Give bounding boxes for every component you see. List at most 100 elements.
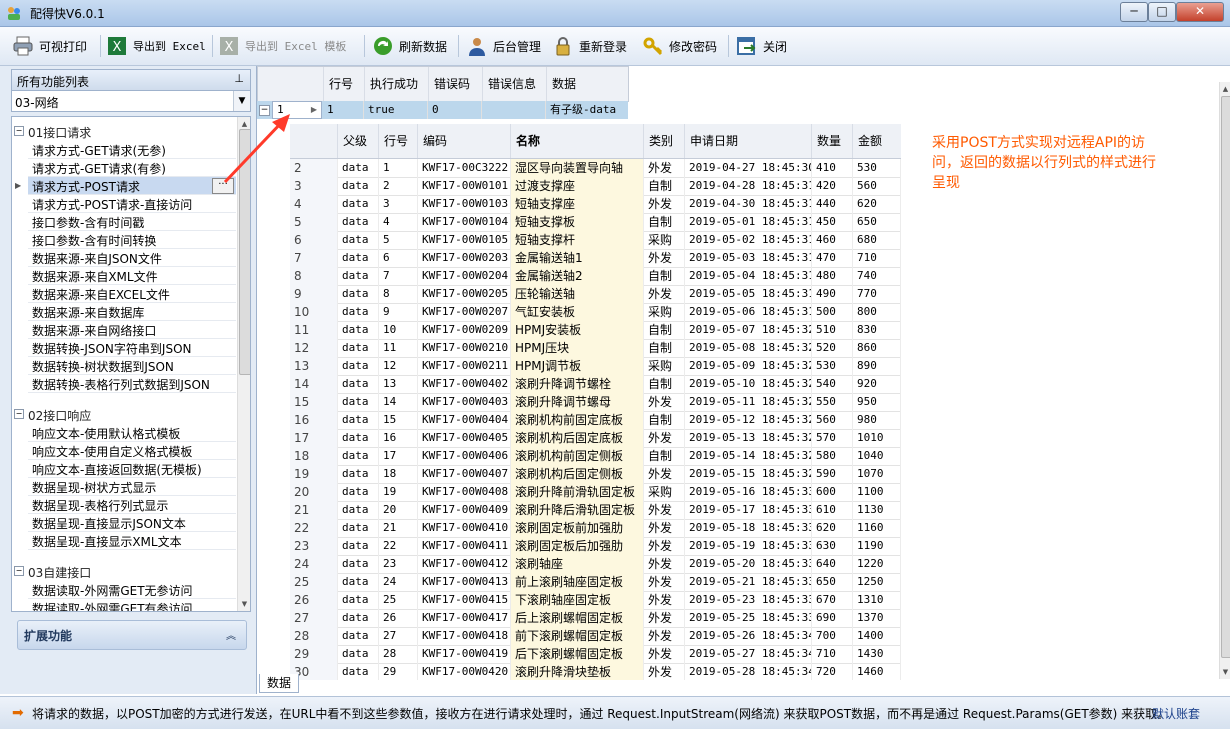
table-row[interactable]: 26 data 25 KWF17-00W0415 下滚刷轴座固定板 外发 2019-05-2… <box>290 591 901 610</box>
list-item[interactable]: 响应文本-使用自定义格式模板 <box>28 442 236 460</box>
scroll-down-icon[interactable]: ▼ <box>238 597 250 611</box>
cell-amount: 620 <box>853 195 901 213</box>
scroll-up-icon[interactable]: ▲ <box>1220 82 1230 96</box>
list-item[interactable]: 数据呈现-表格行列式显示 <box>28 496 236 514</box>
table-row[interactable]: 23 data 22 KWF17-00W0411 滚刷固定板后加强肋 外发 2019-05-… <box>290 537 901 556</box>
table-row[interactable]: 2 data 1 KWF17-00C3222 湿区导向装置导向轴 外发 2019-04-27… <box>290 159 901 178</box>
list-item[interactable]: 数据来源-来自网络接口 <box>28 321 236 339</box>
column-header[interactable]: 错误信息 <box>483 67 547 101</box>
scroll-down-icon[interactable]: ▼ <box>1220 665 1230 679</box>
column-header[interactable]: 数量 <box>812 124 853 158</box>
list-item[interactable]: 数据呈现-直接显示XML文本 <box>28 532 236 550</box>
grid-scrollbar[interactable]: ▲ ▼ <box>1219 82 1230 679</box>
close-window-button[interactable]: ✕ <box>1176 2 1224 22</box>
print-button[interactable]: 可视打印 <box>12 27 87 65</box>
table-row[interactable]: 15 data 14 KWF17-00W0403 滚刷升降调节螺母 外发 2019-05-1… <box>290 393 901 412</box>
export-excel-template-label: 导出到 Excel 模板 <box>245 40 347 53</box>
chevron-up-icon[interactable]: ︽ <box>226 627 236 642</box>
list-item[interactable]: 响应文本-直接返回数据(无模板) <box>28 460 236 478</box>
table-row[interactable]: 18 data 17 KWF17-00W0406 滚刷机构前固定侧板 自制 2019-05-… <box>290 447 901 466</box>
table-row[interactable]: 4 data 3 KWF17-00W0103 短轴支撑座 外发 2019-04-30 18:… <box>290 195 901 214</box>
table-row[interactable]: 10 data 9 KWF17-00W0207 气缸安装板 采购 2019-05-06 18… <box>290 303 901 322</box>
table-row[interactable]: 16 data 15 KWF17-00W0404 滚刷机构前固定底板 自制 2019-05-… <box>290 411 901 430</box>
list-item[interactable]: 请求方式-GET请求(有参) <box>28 159 236 177</box>
list-item[interactable]: 数据呈现-直接显示JSON文本 <box>28 514 236 532</box>
maximize-button[interactable]: □ <box>1148 2 1176 22</box>
column-header[interactable]: 执行成功 <box>365 67 429 101</box>
column-header[interactable]: 行号 <box>324 67 365 101</box>
column-header[interactable]: 类别 <box>644 124 685 158</box>
table-row[interactable]: 13 data 12 KWF17-00W0211 HPMJ调节板 采购 2019-05-09… <box>290 357 901 376</box>
export-excel-button[interactable]: X 导出到 Excel <box>106 27 206 65</box>
tree-group-03[interactable]: − 03自建接口 <box>12 561 236 581</box>
pin-icon[interactable]: ⊥ <box>234 72 244 85</box>
change-password-button[interactable]: 修改密码 <box>642 27 717 65</box>
close-button[interactable]: 关闭 <box>736 27 787 65</box>
list-item[interactable]: 响应文本-使用默认格式模板 <box>28 424 236 442</box>
table-row[interactable]: 25 data 24 KWF17-00W0413 前上滚刷轴座固定板 外发 2019-05-… <box>290 573 901 592</box>
list-item[interactable]: 接口参数-含有时间戳 <box>28 213 236 231</box>
tab-data[interactable]: 数据 <box>259 674 299 693</box>
table-row[interactable]: 14 data 13 KWF17-00W0402 滚刷升降调节螺栓 自制 2019-05-1… <box>290 375 901 394</box>
list-item[interactable]: 数据来源-来自JSON文件 <box>28 249 236 267</box>
table-row[interactable]: 27 data 26 KWF17-00W0417 后上滚刷螺帽固定板 外发 2019-05-… <box>290 609 901 628</box>
list-item[interactable]: 数据转换-JSON字符串到JSON <box>28 339 236 357</box>
relogin-button[interactable]: 重新登录 <box>552 27 627 65</box>
column-header[interactable]: 父级 <box>338 124 379 158</box>
list-item[interactable]: 数据读取-外网需GET有参访问 <box>28 599 236 611</box>
list-item[interactable]: 数据读取-外网需GET无参访问 <box>28 581 236 599</box>
list-item[interactable]: 数据来源-来自EXCEL文件 <box>28 285 236 303</box>
collapse-icon[interactable]: − <box>14 126 24 136</box>
table-row[interactable]: 12 data 11 KWF17-00W0210 HPMJ压块 自制 2019-05-08 … <box>290 339 901 358</box>
refresh-button[interactable]: 刷新数据 <box>372 27 447 65</box>
column-header[interactable]: 编码 <box>418 124 511 158</box>
tree-group-01[interactable]: − 01接口请求 <box>12 121 236 141</box>
column-header[interactable]: 申请日期 <box>685 124 812 158</box>
table-row[interactable]: 21 data 20 KWF17-00W0409 滚刷升降后滑轨固定板 外发 2019-05… <box>290 501 901 520</box>
table-row[interactable]: 11 data 10 KWF17-00W0209 HPMJ安装板 自制 2019-05-07… <box>290 321 901 340</box>
list-item[interactable]: 数据来源-来自XML文件 <box>28 267 236 285</box>
table-row[interactable]: 17 data 16 KWF17-00W0405 滚刷机构后固定底板 外发 2019-05-… <box>290 429 901 448</box>
list-item[interactable]: 数据转换-表格行列式数据到JSON <box>28 375 236 393</box>
list-item[interactable]: 数据转换-树状数据到JSON <box>28 357 236 375</box>
list-item[interactable]: 接口参数-含有时间转换 <box>28 231 236 249</box>
tree-group-02[interactable]: − 02接口响应 <box>12 404 236 424</box>
list-item[interactable]: 请求方式-POST请求-直接访问 <box>28 195 236 213</box>
table-row[interactable]: 8 data 7 KWF17-00W0204 金属输送轴2 自制 2019-05-04 18… <box>290 267 901 286</box>
table-row[interactable]: 20 data 19 KWF17-00W0408 滚刷升降前滑轨固定板 采购 2019-05… <box>290 483 901 502</box>
extension-panel[interactable]: 扩展功能 ︽ <box>17 620 247 650</box>
admin-button[interactable]: 后台管理 <box>466 27 541 65</box>
list-item-selected[interactable]: 请求方式-POST请求 ··· <box>28 177 236 195</box>
column-header[interactable]: 错误码 <box>429 67 483 101</box>
list-item[interactable]: 数据呈现-树状方式显示 <box>28 478 236 496</box>
column-header[interactable]: 名称 <box>511 124 644 158</box>
column-header[interactable]: 行号 <box>379 124 418 158</box>
account-link[interactable]: 默认账套 <box>1152 705 1200 722</box>
table-row[interactable]: 24 data 23 KWF17-00W0412 滚刷轴座 外发 2019-05-20 18… <box>290 555 901 574</box>
cell-parent: data <box>338 213 379 231</box>
list-item[interactable]: 数据来源-来自数据库 <box>28 303 236 321</box>
column-header[interactable]: 金额 <box>853 124 901 158</box>
column-header[interactable]: 数据 <box>547 67 628 101</box>
table-row[interactable]: 6 data 5 KWF17-00W0105 短轴支撑杆 采购 2019-05-02 18:… <box>290 231 901 250</box>
table-row[interactable]: 22 data 21 KWF17-00W0410 滚刷固定板前加强肋 外发 2019-05-… <box>290 519 901 538</box>
cell-name: 滚刷机构后固定底板 <box>511 429 644 447</box>
table-row[interactable]: 5 data 4 KWF17-00W0104 短轴支撑板 自制 2019-05-01 18:… <box>290 213 901 232</box>
collapse-icon[interactable]: − <box>14 566 24 576</box>
table-row[interactable]: 7 data 6 KWF17-00W0203 金属输送轴1 外发 2019-05-03 18… <box>290 249 901 268</box>
table-row[interactable]: 28 data 27 KWF17-00W0418 前下滚刷螺帽固定板 外发 2019-05-… <box>290 627 901 646</box>
table-row[interactable]: 29 data 28 KWF17-00W0419 后下滚刷螺帽固定板 外发 2019-05-… <box>290 645 901 664</box>
list-item[interactable]: 请求方式-GET请求(无参) <box>28 141 236 159</box>
cell-date: 2019-05-21 18:45:33 <box>685 573 812 591</box>
chevron-down-icon[interactable]: ▼ <box>233 91 250 111</box>
minimize-button[interactable]: ─ <box>1120 2 1148 22</box>
collapse-icon[interactable]: − <box>14 409 24 419</box>
table-row[interactable]: 19 data 18 KWF17-00W0407 滚刷机构后固定侧板 外发 2019-05-… <box>290 465 901 484</box>
table-row[interactable]: 3 data 2 KWF17-00W0101 过渡支撑座 自制 2019-04-28 18:… <box>290 177 901 196</box>
module-select[interactable]: 03-网络 ▼ <box>11 90 251 112</box>
sidebar-scrollbar[interactable]: ▲ ▼ <box>237 117 250 611</box>
export-excel-template-button[interactable]: X 导出到 Excel 模板 <box>218 27 346 65</box>
scroll-thumb[interactable] <box>1221 96 1230 658</box>
table-row[interactable]: 9 data 8 KWF17-00W0205 压轮输送轴 外发 2019-05-05 18:… <box>290 285 901 304</box>
table-row[interactable]: 30 data 29 KWF17-00W0420 滚刷升降滑块垫板 外发 2019-05-2… <box>290 663 901 680</box>
